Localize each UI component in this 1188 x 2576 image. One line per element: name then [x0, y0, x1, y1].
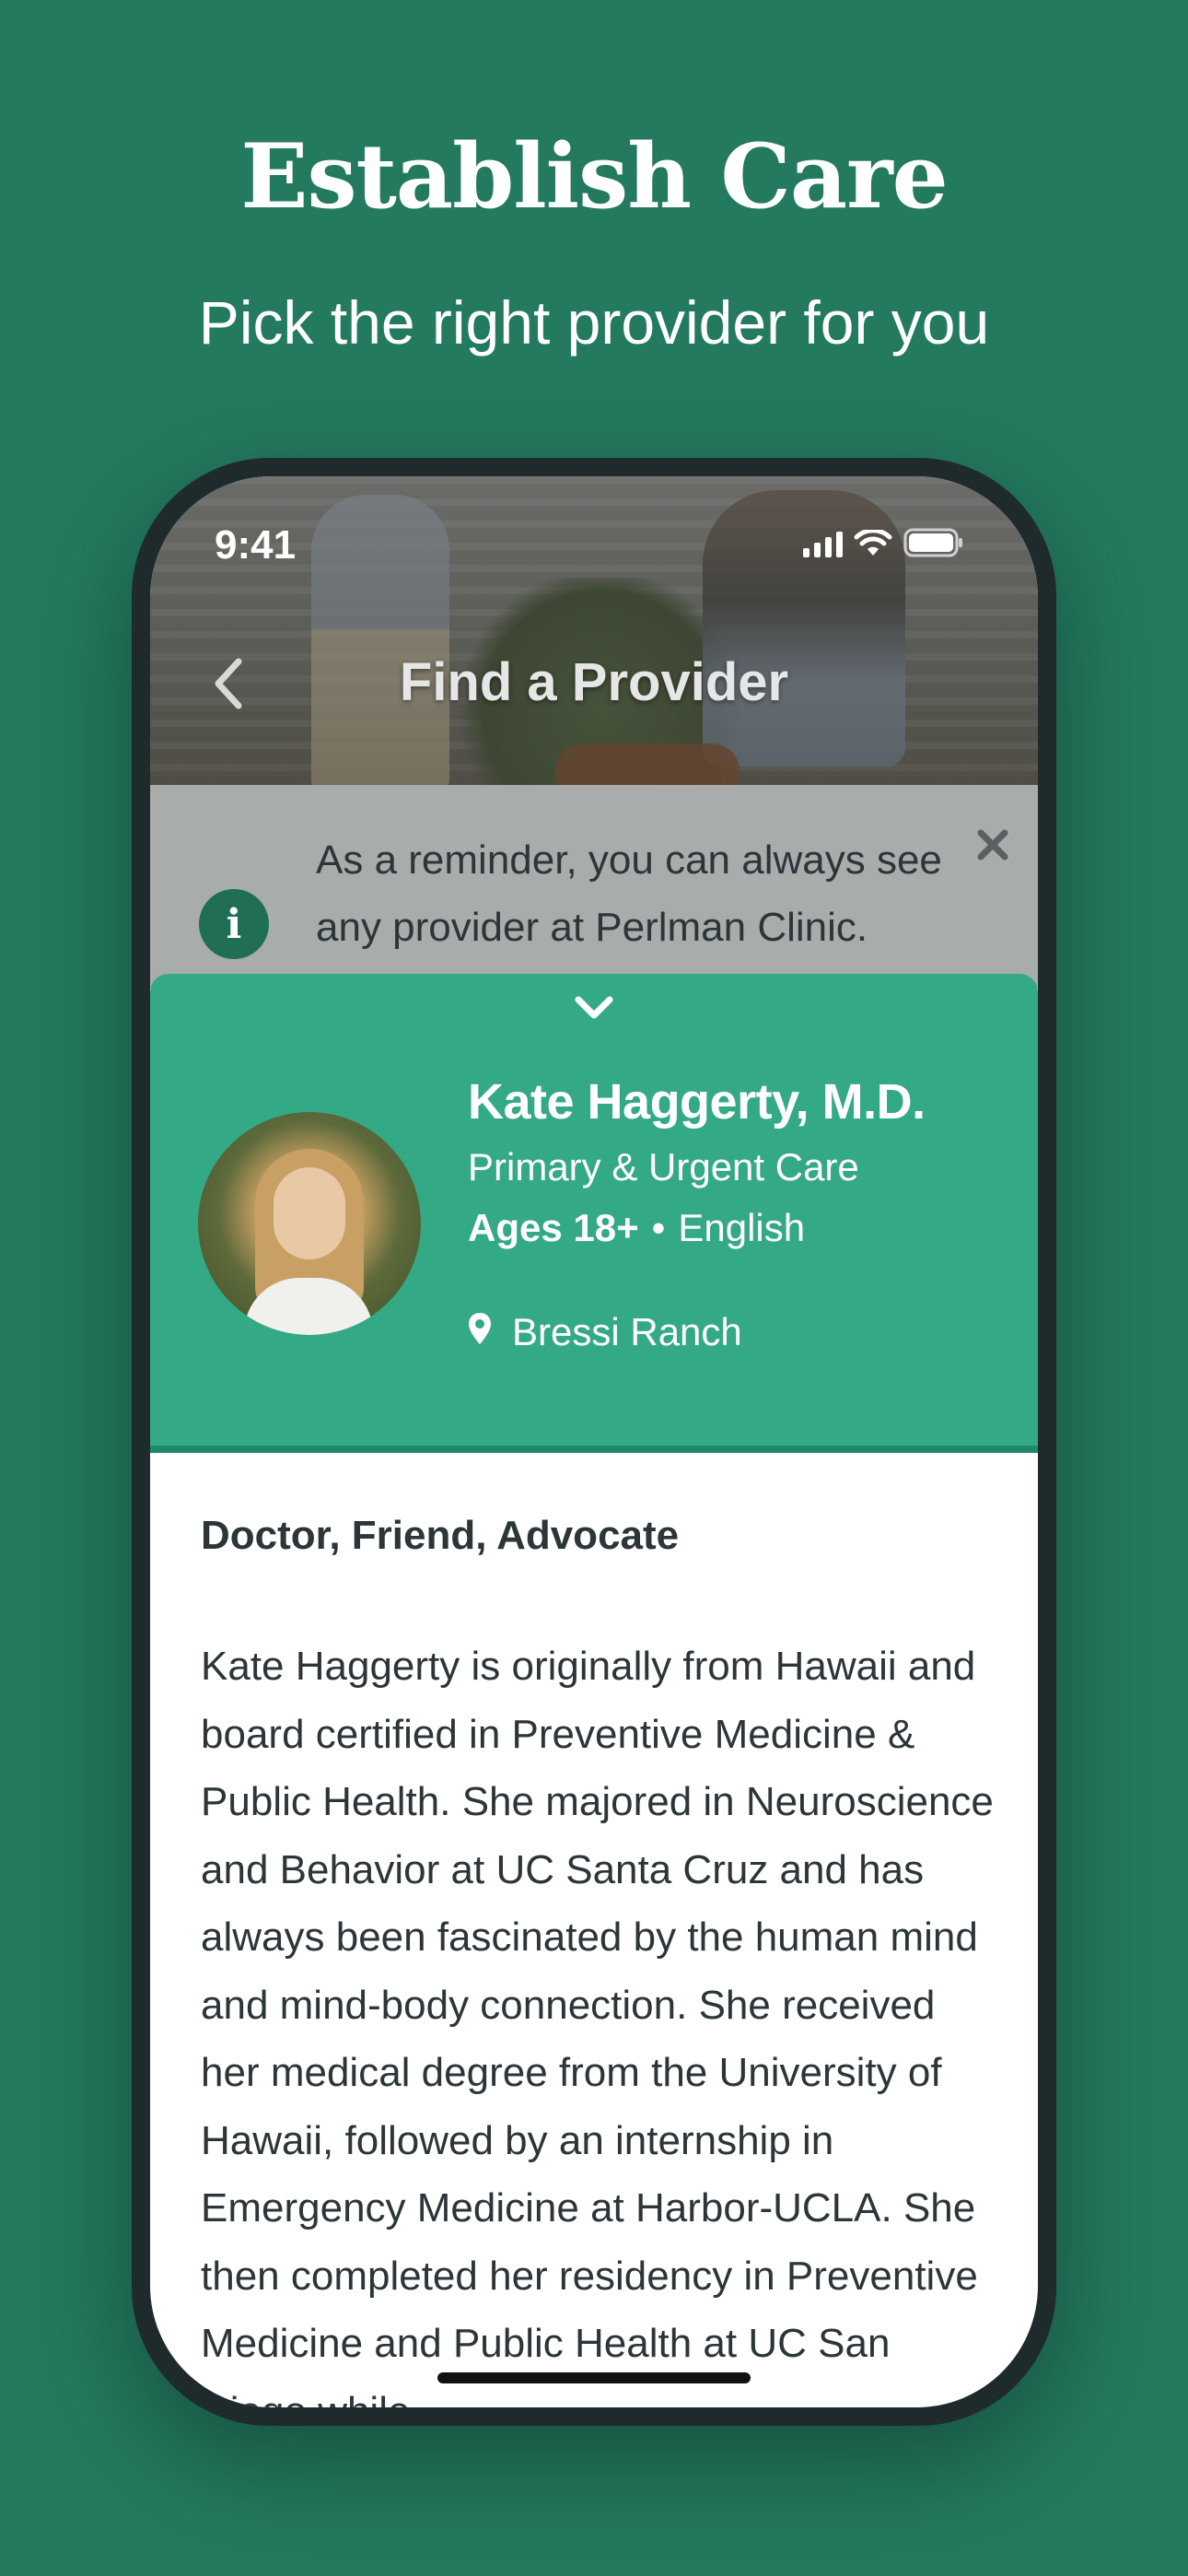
promo-subtitle: Pick the right provider for you	[198, 288, 990, 357]
bio-body: Kate Haggerty is originally from Hawaii …	[201, 1644, 994, 2407]
promo-title: Establish Care	[240, 124, 948, 228]
detail-separator: •	[651, 1206, 666, 1249]
close-icon[interactable]	[965, 817, 1020, 872]
map-pin-icon	[468, 1310, 492, 1354]
wifi-icon	[854, 530, 892, 557]
provider-ages: Ages 18+	[468, 1206, 639, 1249]
cellular-signal-icon	[803, 530, 843, 557]
reminder-text: As a reminder, you can always see any pr…	[316, 837, 942, 950]
provider-specialty: Primary & Urgent Care	[468, 1145, 859, 1188]
page-title: Find a Provider	[399, 652, 789, 712]
phone-frame: 9:41 Find a Provider i As a reminder, yo…	[132, 458, 1056, 2426]
bio-heading: Doctor, Friend, Advocate	[201, 1513, 680, 1558]
battery-icon	[903, 528, 964, 557]
avatar-face	[274, 1167, 345, 1259]
provider-location: Bressi Ranch	[468, 1310, 742, 1354]
location-label: Bressi Ranch	[512, 1310, 742, 1353]
status-time: 9:41	[215, 522, 297, 568]
chevron-down-icon[interactable]	[566, 985, 622, 1031]
phone-screen: 9:41 Find a Provider i As a reminder, yo…	[150, 476, 1038, 2407]
home-indicator[interactable]	[437, 2372, 751, 2383]
status-icons	[803, 528, 964, 557]
info-icon: i	[199, 889, 269, 959]
avatar	[198, 1112, 421, 1335]
provider-language: English	[678, 1206, 806, 1249]
provider-details: Ages 18+ • English	[468, 1206, 805, 1250]
provider-name: Kate Haggerty, M.D.	[468, 1074, 926, 1130]
